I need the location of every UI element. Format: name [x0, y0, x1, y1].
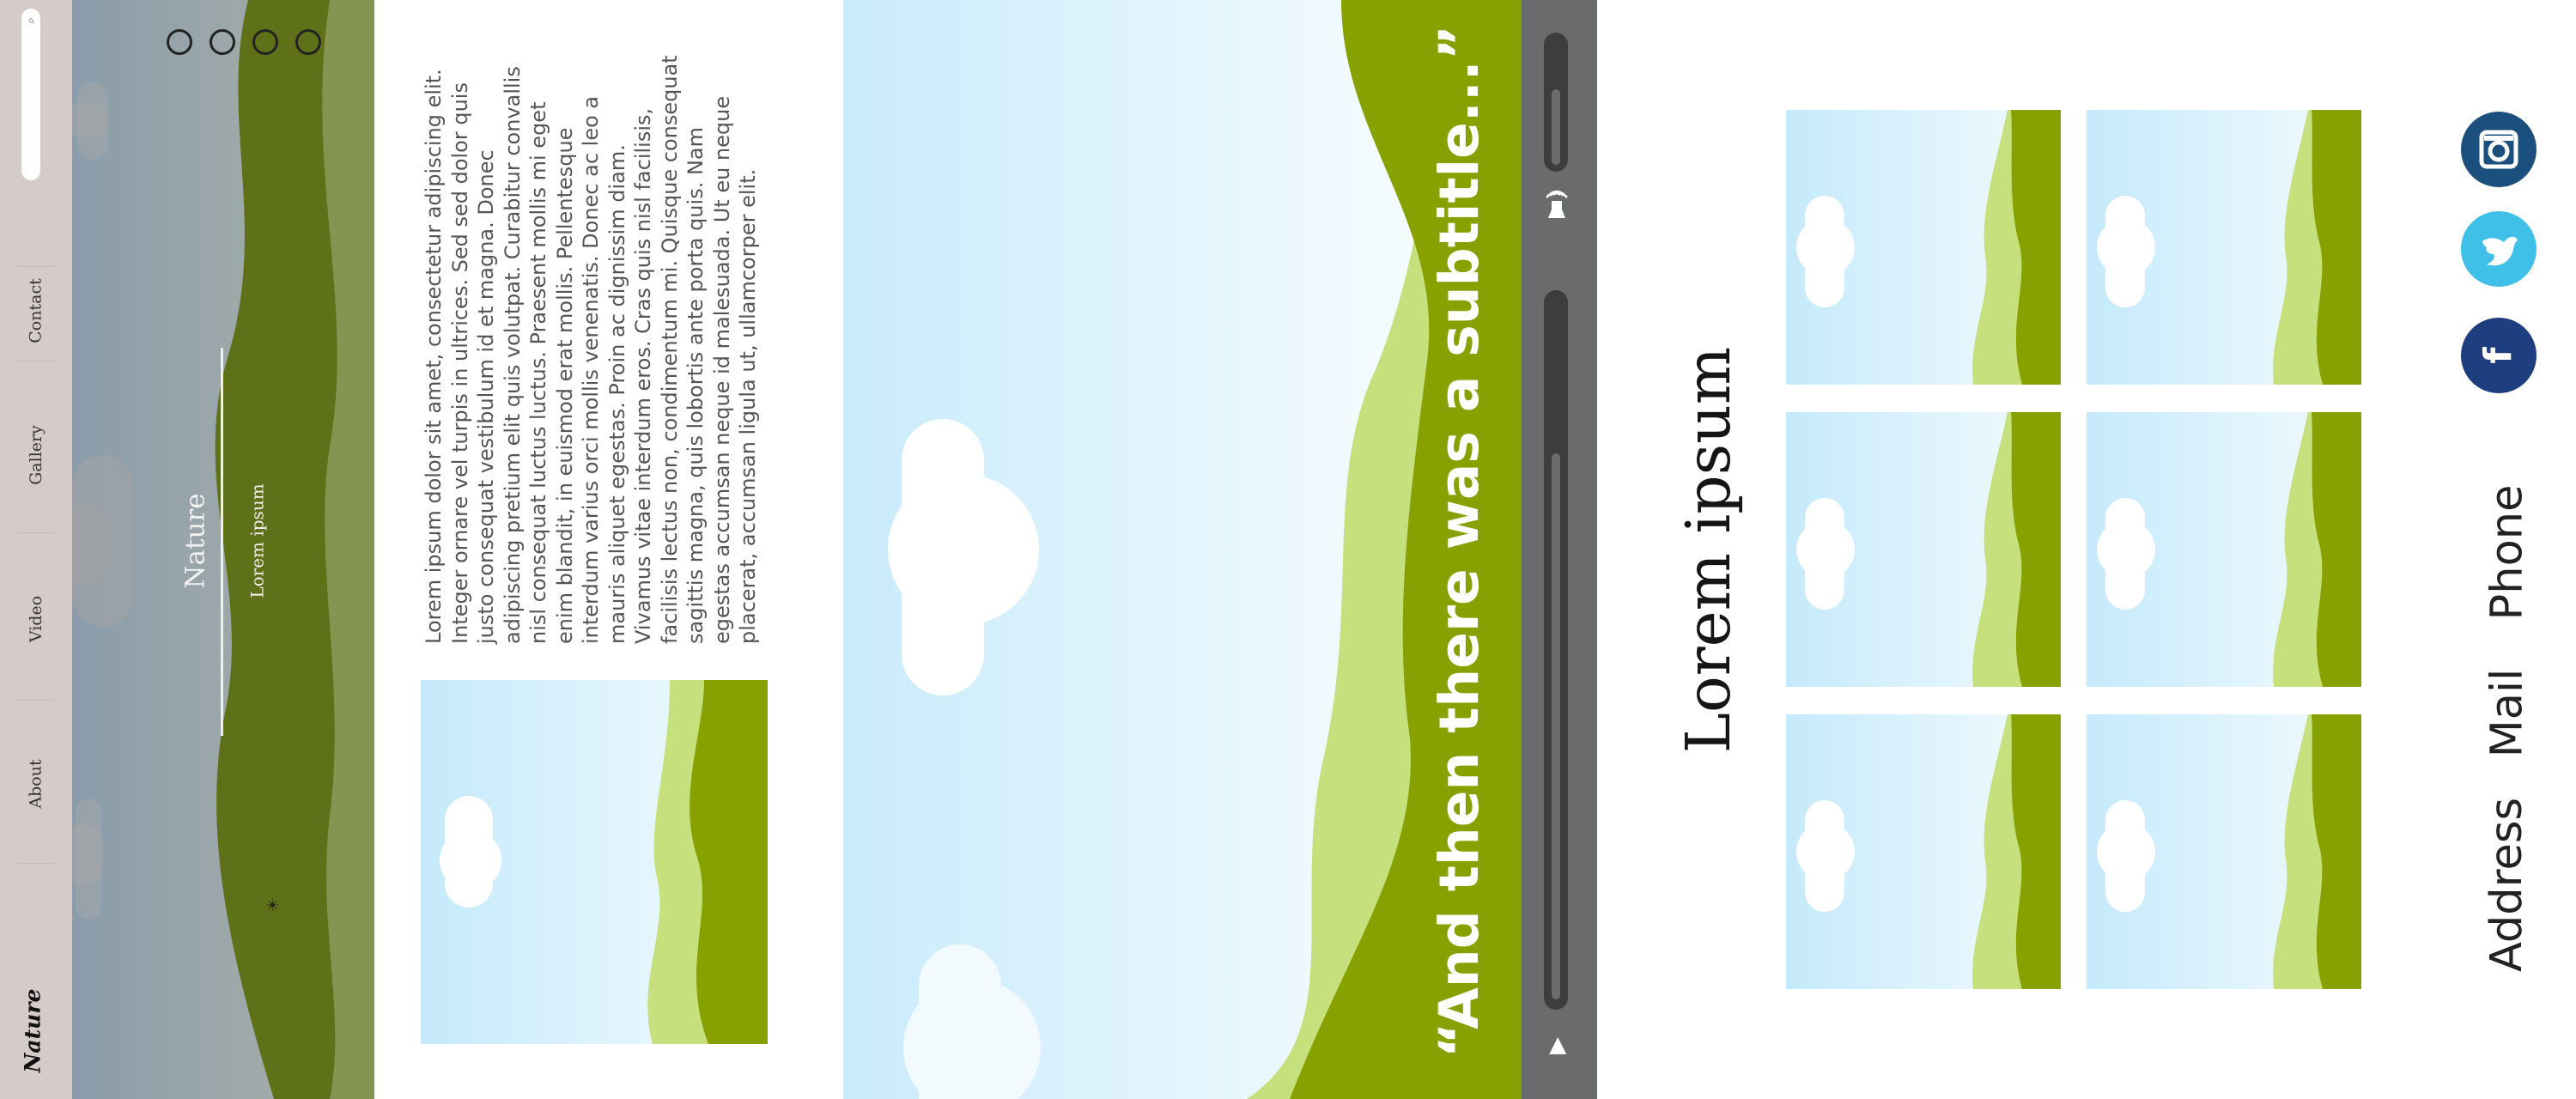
nav-item-label: About: [27, 759, 46, 809]
instagram-icon: [2479, 130, 2518, 169]
quote-text-content: “And then there was a subtitle...”: [1428, 24, 1492, 1058]
svg-text:☀: ☀: [264, 898, 283, 912]
nav-divider: [17, 266, 55, 267]
contact-mail[interactable]: Mail: [2464, 653, 2550, 773]
body-paragraph: Lorem ipsum dolor sit amet, consectetur …: [421, 52, 764, 644]
facebook-button[interactable]: f: [2461, 318, 2537, 393]
twitter-button[interactable]: [2461, 211, 2537, 287]
gallery-title-text: Lorem ipsum: [1673, 346, 1745, 753]
slide-indicator-dot[interactable]: [252, 29, 278, 55]
hero-subtitle: Lorem ipsum: [219, 464, 296, 618]
search-icon[interactable]: ⌕: [22, 12, 39, 29]
contact-phone[interactable]: Phone: [2464, 471, 2550, 634]
gallery-thumbnail[interactable]: [1786, 110, 2061, 385]
brand-logo[interactable]: Nature: [7, 979, 58, 1082]
svg-text:f: f: [2476, 347, 2520, 364]
nav-item-about[interactable]: About: [15, 745, 58, 823]
twitter-icon: [2482, 236, 2518, 266]
quote-text: “And then there was a subtitle...”: [1408, 24, 1511, 1057]
nav-item-label: Contact: [27, 278, 46, 343]
gallery-thumbnail[interactable]: [2087, 412, 2361, 687]
gallery-thumbnail[interactable]: [1786, 412, 2061, 687]
contact-address-label: Address: [2482, 797, 2533, 972]
side-navigation: ⌕ Contact Gallery Video About Nature: [0, 0, 72, 1099]
gallery-thumbnail[interactable]: [2087, 714, 2361, 989]
facebook-icon: f: [2476, 347, 2520, 364]
nav-divider: [17, 700, 55, 701]
gallery-title: Lorem ipsum: [1666, 326, 1752, 773]
nav-item-label: Video: [27, 595, 46, 643]
nav-item-label: Gallery: [27, 425, 46, 485]
contact-phone-label: Phone: [2482, 484, 2533, 620]
volume-slider-fill[interactable]: [1552, 89, 1560, 165]
nav-item-video[interactable]: Video: [15, 580, 58, 658]
brand-name: Nature: [20, 988, 46, 1072]
nav-item-gallery[interactable]: Gallery: [15, 408, 58, 502]
body-paragraph-text: Lorem ipsum dolor sit amet, consectetur …: [422, 55, 760, 644]
nav-divider: [17, 863, 55, 864]
hero-title-text: Nature: [180, 493, 212, 589]
nav-divider: [17, 532, 55, 533]
play-button[interactable]: ▶: [1540, 1029, 1574, 1063]
slide-indicator-dot[interactable]: [210, 29, 235, 55]
hero-subtitle-text: Lorem ipsum: [247, 483, 269, 598]
contact-address[interactable]: Address: [2464, 781, 2550, 987]
video-player-controls: [1522, 0, 1597, 1099]
instagram-button[interactable]: [2461, 112, 2537, 187]
progress-slider-fill[interactable]: [1552, 453, 1560, 999]
gallery-thumbnail[interactable]: [1786, 714, 2061, 989]
gallery-thumbnail[interactable]: [2087, 110, 2361, 385]
play-icon: ▶: [1544, 1037, 1570, 1054]
volume-icon[interactable]: [1540, 182, 1574, 225]
slide-indicator-dot[interactable]: [295, 29, 321, 55]
landscape-image: [421, 680, 768, 1044]
contact-mail-label: Mail: [2482, 668, 2533, 757]
nav-item-contact[interactable]: Contact: [15, 268, 58, 354]
search-input[interactable]: ⌕: [21, 9, 40, 180]
slide-indicator-dot[interactable]: [167, 29, 192, 55]
